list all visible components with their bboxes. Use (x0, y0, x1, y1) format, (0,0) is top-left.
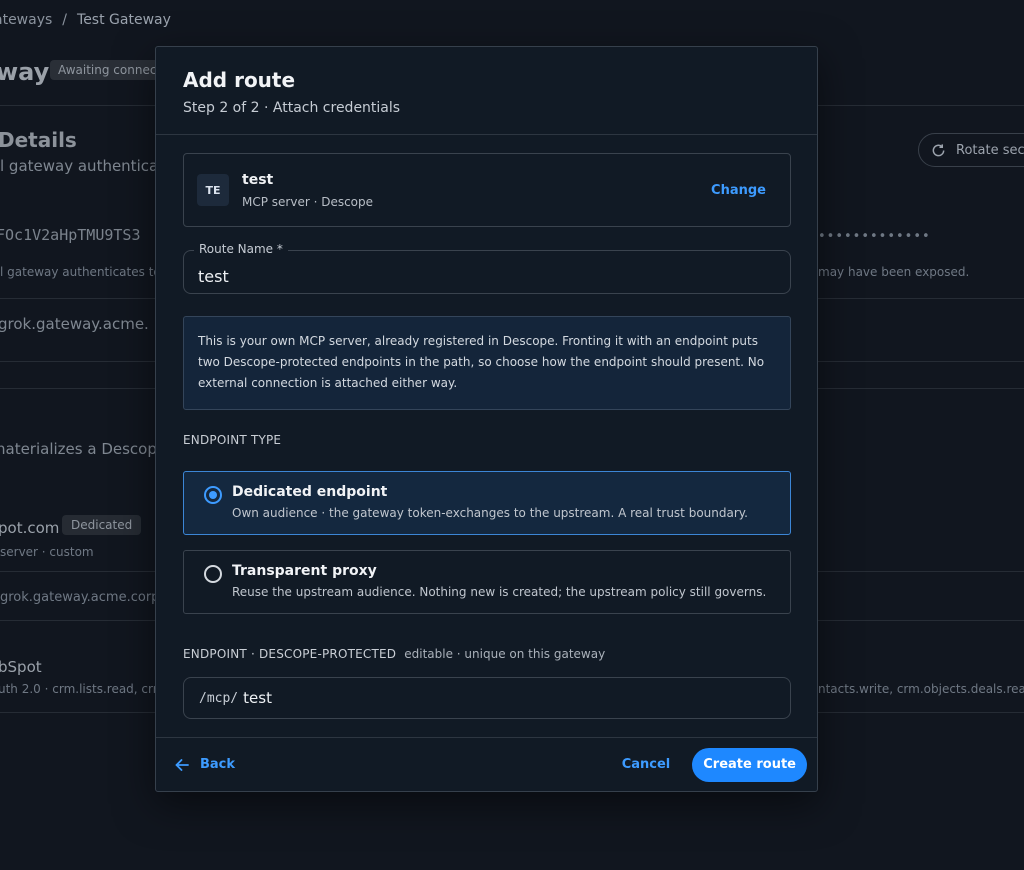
arrow-left-icon (175, 758, 189, 771)
server-name: test (242, 171, 274, 188)
add-route-dialog: Add route Step 2 of 2 · Attach credentia… (155, 46, 818, 792)
option-title: Transparent proxy (232, 563, 377, 579)
breadcrumb: ateways / Test Gateway (0, 12, 171, 28)
cancel-button[interactable]: Cancel (622, 757, 671, 772)
scopes-right: ntacts.write, crm.objects.deals.read (818, 682, 1024, 696)
radio-selected[interactable] (204, 486, 222, 504)
option-description: Reuse the upstream audience. Nothing new… (232, 585, 767, 599)
details-heading: Details (0, 128, 77, 152)
endpoint-type-label: ENDPOINT TYPE (183, 433, 282, 447)
endpoint-input[interactable] (243, 678, 790, 718)
rotate-secret-label: Rotate secret (956, 142, 1024, 158)
breadcrumb-gateways[interactable]: ateways (0, 12, 52, 28)
rotate-icon (932, 143, 945, 156)
dialog-subtitle: Step 2 of 2 · Attach credentials (183, 100, 401, 116)
back-label: Back (200, 757, 236, 772)
selected-server-card: TE test MCP server · Descope Change (183, 153, 791, 227)
option-description: Own audience · the gateway token-exchang… (232, 506, 748, 520)
dialog-title: Add route (183, 68, 296, 92)
server-host: pot.com (0, 519, 60, 537)
endpoint-section-label: ENDPOINT · DESCOPE-PROTECTED editable · u… (183, 647, 605, 661)
route-name-field: Route Name * (183, 242, 791, 294)
provider-name: bSpot (0, 658, 42, 676)
dialog-header: Add route Step 2 of 2 · Attach credentia… (156, 47, 817, 135)
server-meta: server · custom (0, 545, 94, 559)
endpoint-hint: editable · unique on this gateway (404, 647, 606, 661)
breadcrumb-current: Test Gateway (77, 12, 171, 28)
dialog-footer: Back Cancel Create route (156, 737, 817, 791)
server-info: test MCP server · Descope (242, 172, 711, 209)
auth-hint: l gateway authenticates to (0, 265, 161, 279)
breadcrumb-separator: / (62, 12, 68, 28)
gateway-url: grok.gateway.acme. (0, 315, 149, 333)
server-avatar: TE (197, 174, 229, 206)
endpoint-label: ENDPOINT · DESCOPE-PROTECTED (183, 647, 397, 661)
info-callout: This is your own MCP server, already reg… (183, 316, 791, 410)
server-meta: MCP server · Descope (242, 194, 374, 209)
option-dedicated-endpoint[interactable]: Dedicated endpoint Own audience · the ga… (183, 471, 791, 535)
change-server-button[interactable]: Change (711, 183, 766, 198)
dedicated-badge: Dedicated (62, 515, 142, 535)
option-transparent-proxy[interactable]: Transparent proxy Reuse the upstream aud… (183, 550, 791, 614)
secret-value: FOc1V2aHpTMU9TS3 (0, 226, 141, 244)
materializes-text: naterializes a Descope-p (0, 440, 182, 458)
page-title: way (0, 58, 50, 86)
back-button[interactable]: Back (174, 757, 235, 773)
option-title: Dedicated endpoint (232, 484, 388, 500)
secret-masked: ••••••••••••• (818, 229, 931, 244)
endpoint-prefix: /mcp/ (199, 690, 239, 706)
radio-unselected[interactable] (204, 565, 222, 583)
route-name-input[interactable] (184, 251, 790, 293)
route-url: grok.gateway.acme.corp/m (0, 590, 177, 605)
create-route-button[interactable]: Create route (692, 747, 807, 782)
endpoint-field: /mcp/ (183, 677, 791, 719)
exposed-hint: may have been exposed. (818, 265, 970, 279)
details-description: l gateway authenticates (0, 157, 182, 175)
scopes-left: uth 2.0 · crm.lists.read, crm (0, 682, 165, 696)
rotate-secret-button[interactable]: Rotate secret (918, 133, 1024, 167)
